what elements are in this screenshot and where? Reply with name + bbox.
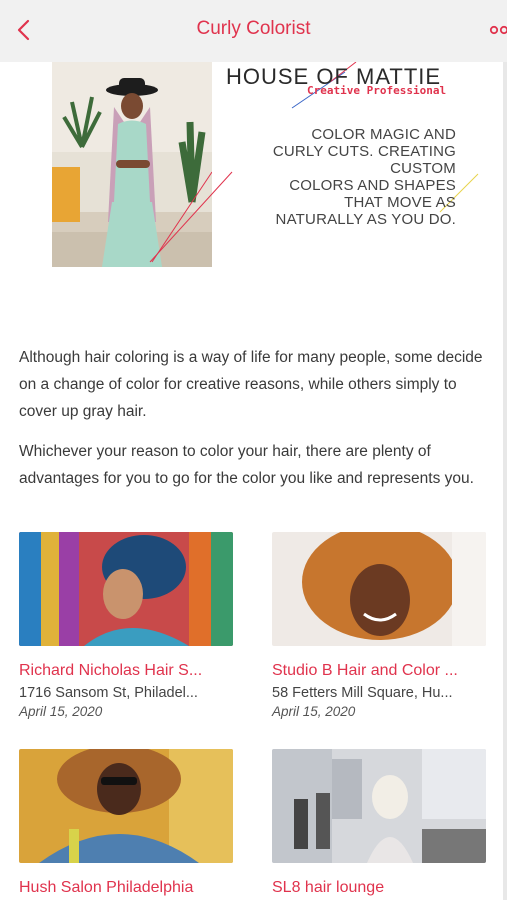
- listing-name[interactable]: Richard Nicholas Hair S...: [19, 662, 233, 680]
- listing-date: April 15, 2020: [19, 704, 103, 719]
- listing-card-sl8-hair-lounge[interactable]: SL8 hair lounge: [272, 749, 486, 897]
- top-app-bar: Curly Colorist: [0, 0, 507, 62]
- listing-card-studio-b[interactable]: Studio B Hair and Color ... 58 Fetters M…: [272, 532, 486, 719]
- listing-thumbnail: [272, 749, 486, 863]
- brand-tagline: COLOR MAGIC AND CURLY CUTS. CREATING CUS…: [272, 126, 456, 228]
- scrollbar[interactable]: [503, 62, 507, 900]
- listing-thumbnail: [272, 532, 486, 646]
- intro-paragraph-2: Whichever your reason to color your hair…: [19, 443, 474, 487]
- listing-thumbnail: [19, 749, 233, 863]
- listing-name[interactable]: Hush Salon Philadelphia: [19, 879, 233, 897]
- intro-paragraph-1: Although hair coloring is a way of life …: [19, 349, 483, 420]
- listing-thumbnail: [19, 532, 233, 646]
- brand-subtitle: Creative Professional: [307, 84, 447, 97]
- listing-address: 1716 Sansom St, Philadel...: [19, 685, 198, 701]
- listing-card-richard-nicholas[interactable]: Richard Nicholas Hair S... 1716 Sansom S…: [19, 532, 233, 719]
- listing-card-hush-salon[interactable]: Hush Salon Philadelphia: [19, 749, 233, 897]
- listing-name[interactable]: SL8 hair lounge: [272, 879, 486, 897]
- listing-date: April 15, 2020: [272, 704, 356, 719]
- page-title: Curly Colorist: [196, 18, 311, 39]
- listing-address: 58 Fetters Mill Square, Hu...: [272, 685, 453, 701]
- more-button[interactable]: [489, 20, 507, 40]
- more-icon: [489, 25, 507, 35]
- banner: HOUSE OF MATTIE Creative Professional CO…: [0, 62, 503, 272]
- listing-name[interactable]: Studio B Hair and Color ...: [272, 662, 486, 680]
